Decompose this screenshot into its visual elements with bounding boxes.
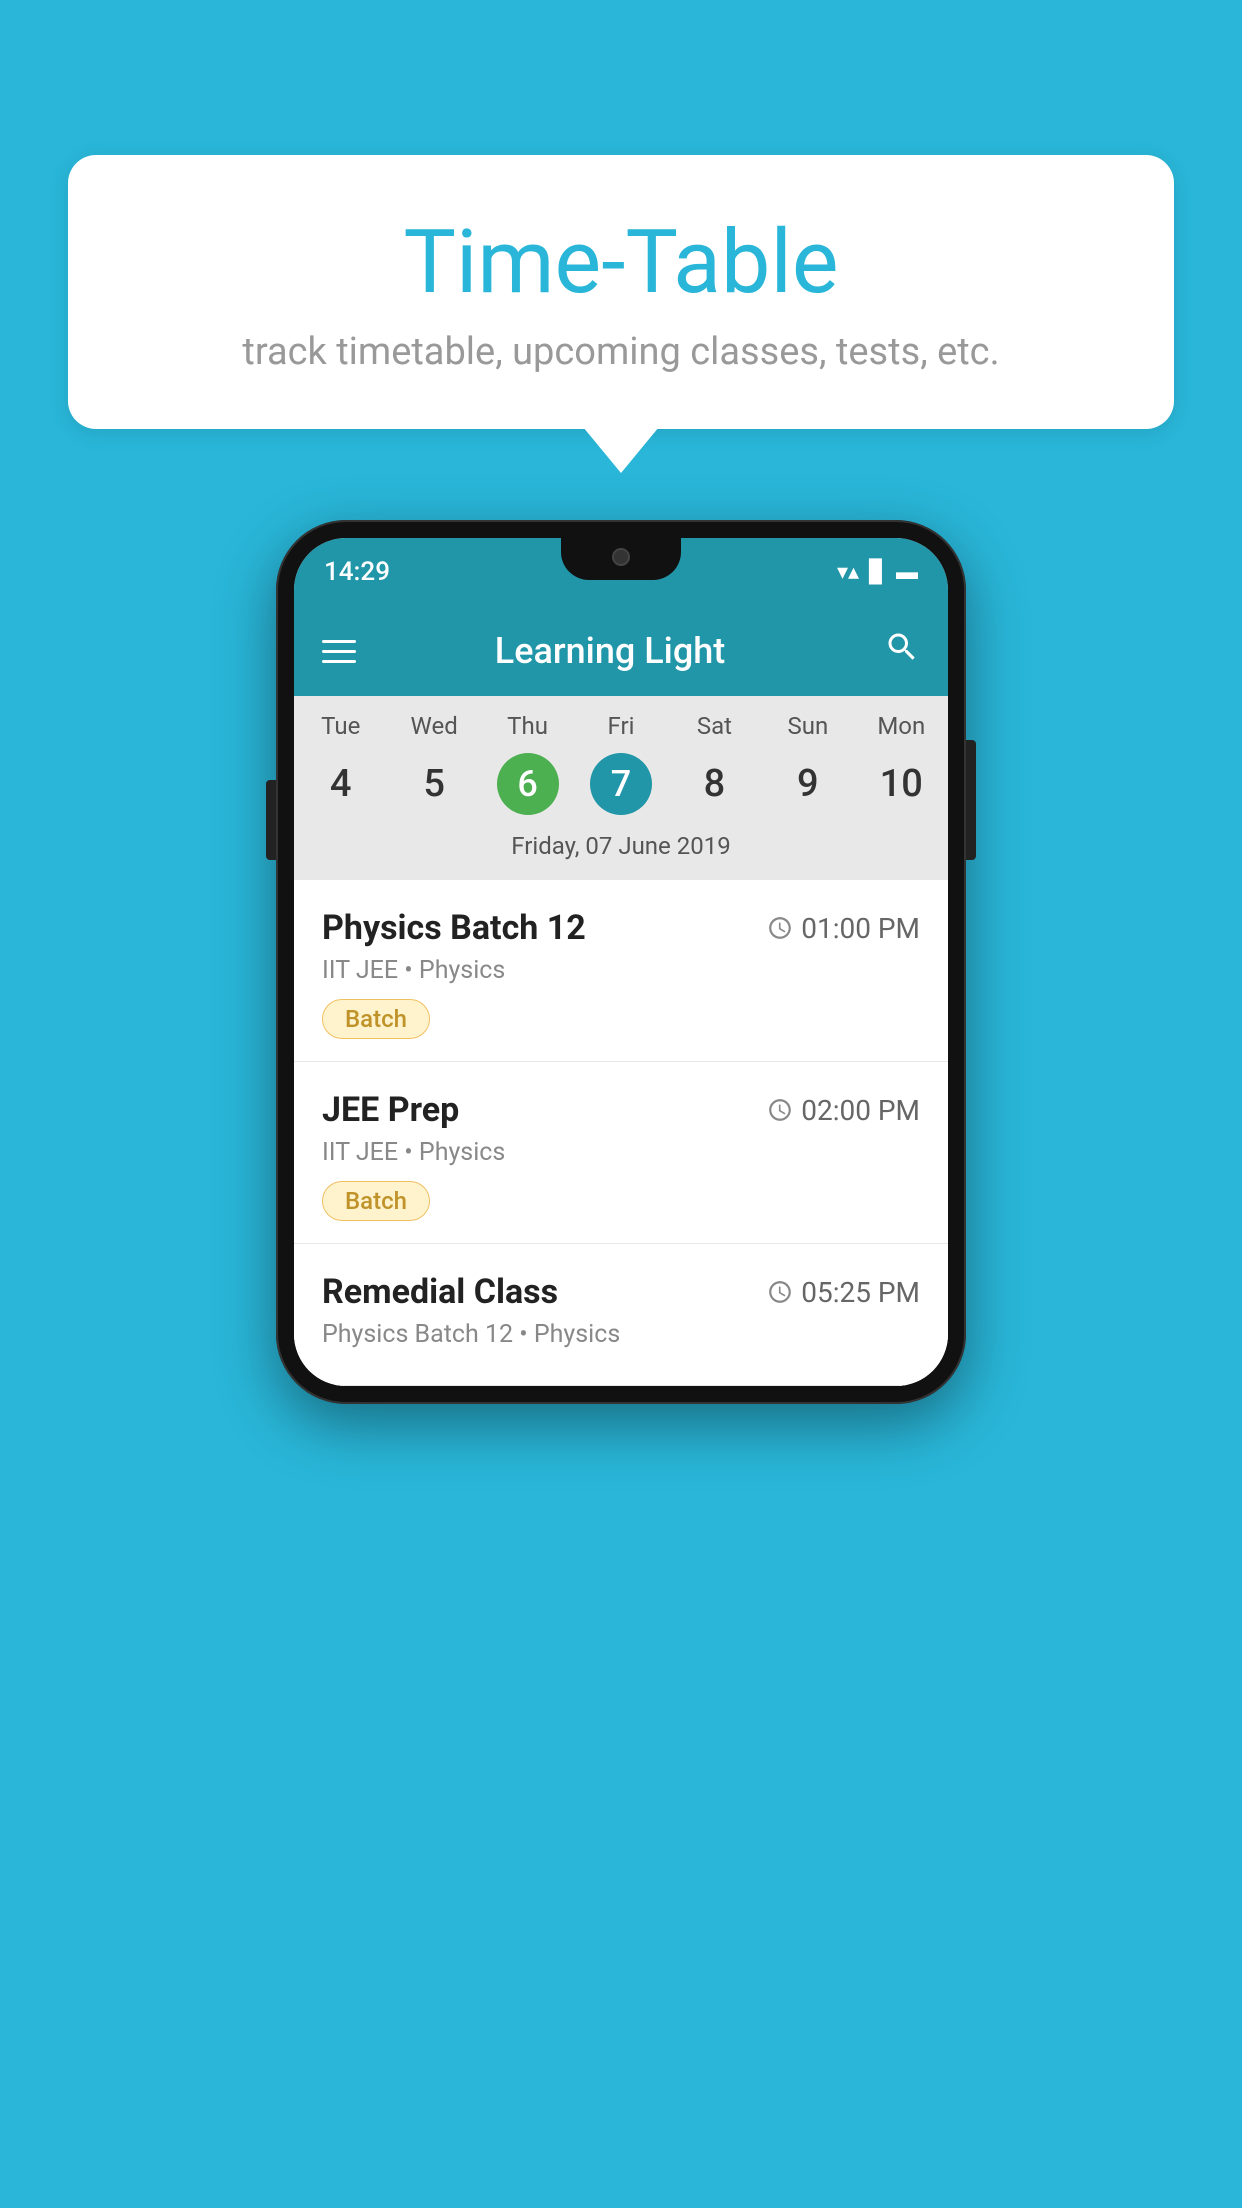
date-6-today[interactable]: 6: [497, 753, 559, 815]
batch-badge-2: Batch: [322, 1181, 430, 1221]
schedule-time-1: 01:00 PM: [767, 912, 920, 945]
date-7-selected[interactable]: 7: [590, 753, 652, 815]
phone-frame: 14:29 ▾▴ ▊ ▬: [276, 520, 966, 1404]
wifi-icon: ▾▴: [837, 560, 859, 585]
schedule-item-3-header: Remedial Class 05:25 PM: [322, 1272, 920, 1312]
search-button[interactable]: [884, 629, 920, 674]
battery-icon: ▬: [896, 559, 918, 585]
status-icons: ▾▴ ▊ ▬: [837, 559, 918, 585]
schedule-time-2: 02:00 PM: [767, 1094, 920, 1127]
status-bar: 14:29 ▾▴ ▊ ▬: [294, 538, 948, 606]
signal-icon: ▊: [869, 560, 886, 585]
phone-mockup: 14:29 ▾▴ ▊ ▬: [276, 520, 966, 1404]
batch-badge-1: Batch: [322, 999, 430, 1039]
speech-bubble: Time-Table track timetable, upcoming cla…: [68, 155, 1174, 429]
date-5[interactable]: 5: [387, 748, 480, 820]
schedule-item-1[interactable]: Physics Batch 12 01:00 PM IIT JEE • Phys…: [294, 880, 948, 1062]
status-time: 14:29: [324, 557, 390, 587]
date-10[interactable]: 10: [855, 748, 948, 820]
date-8[interactable]: 8: [668, 748, 761, 820]
schedule-item-2[interactable]: JEE Prep 02:00 PM IIT JEE • Physics Batc…: [294, 1062, 948, 1244]
app-bar: Learning Light: [294, 606, 948, 696]
day-thu: Thu: [481, 712, 574, 740]
schedule-name-3: Remedial Class: [322, 1272, 558, 1312]
schedule-name-1: Physics Batch 12: [322, 908, 586, 948]
day-numbers: 4 5 6 7 8 9 10: [294, 748, 948, 820]
schedule-time-3: 05:25 PM: [767, 1276, 920, 1309]
date-9[interactable]: 9: [761, 748, 854, 820]
day-wed: Wed: [387, 712, 480, 740]
schedule-meta-2: IIT JEE • Physics: [322, 1138, 920, 1167]
bubble-subtitle: track timetable, upcoming classes, tests…: [118, 330, 1124, 374]
schedule-meta-1: IIT JEE • Physics: [322, 956, 920, 985]
date-4[interactable]: 4: [294, 748, 387, 820]
day-mon: Mon: [855, 712, 948, 740]
schedule-item-1-header: Physics Batch 12 01:00 PM: [322, 908, 920, 948]
day-sun: Sun: [761, 712, 854, 740]
calendar-strip: Tue Wed Thu Fri Sat Sun Mon 4 5 6 7 8 9 …: [294, 696, 948, 880]
speech-bubble-container: Time-Table track timetable, upcoming cla…: [68, 155, 1174, 429]
day-tue: Tue: [294, 712, 387, 740]
notch: [561, 538, 681, 580]
schedule-list: Physics Batch 12 01:00 PM IIT JEE • Phys…: [294, 880, 948, 1386]
day-fri: Fri: [574, 712, 667, 740]
bubble-title: Time-Table: [118, 215, 1124, 312]
schedule-item-2-header: JEE Prep 02:00 PM: [322, 1090, 920, 1130]
schedule-name-2: JEE Prep: [322, 1090, 459, 1130]
schedule-meta-3: Physics Batch 12 • Physics: [322, 1320, 920, 1349]
camera-dot: [612, 548, 630, 566]
schedule-item-3[interactable]: Remedial Class 05:25 PM Physics Batch 12…: [294, 1244, 948, 1386]
day-sat: Sat: [668, 712, 761, 740]
app-title: Learning Light: [336, 630, 884, 672]
selected-date-label: Friday, 07 June 2019: [294, 832, 948, 872]
phone-screen: 14:29 ▾▴ ▊ ▬: [294, 538, 948, 1386]
day-headers: Tue Wed Thu Fri Sat Sun Mon: [294, 712, 948, 740]
